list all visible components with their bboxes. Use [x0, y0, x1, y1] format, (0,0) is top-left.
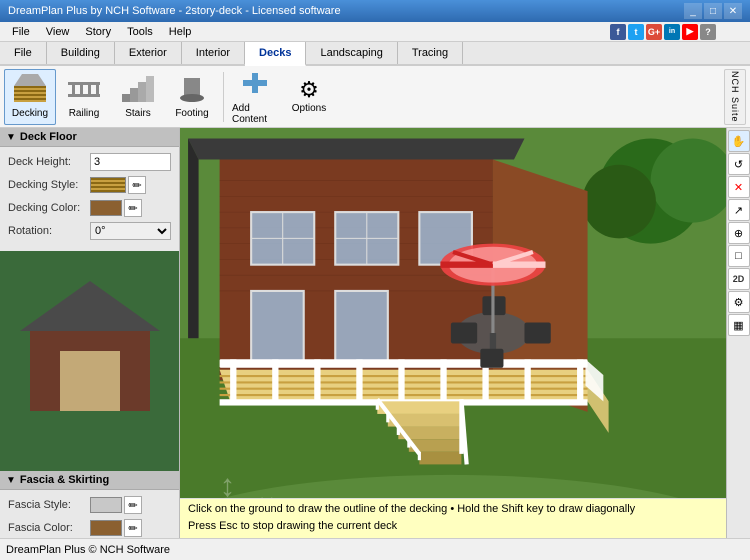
fascia-style-row: Fascia Style: ✏	[8, 496, 171, 514]
decking-style-edit[interactable]: ✏	[128, 176, 146, 194]
stairs-label: Stairs	[125, 108, 151, 119]
fascia-color-label: Fascia Color:	[8, 522, 90, 534]
menu-tools[interactable]: Tools	[119, 24, 161, 40]
right-btn-layers[interactable]: ▦	[728, 314, 750, 336]
tab-landscaping[interactable]: Landscaping	[306, 42, 397, 64]
footing-icon	[176, 74, 208, 106]
decking-color-swatch[interactable]	[90, 200, 122, 216]
fascia-color-edit[interactable]: ✏	[124, 519, 142, 537]
decking-label: Decking	[12, 108, 48, 119]
fascia-title: Fascia & Skirting	[20, 474, 109, 486]
menu-view[interactable]: View	[38, 24, 78, 40]
minimize-button[interactable]: _	[684, 3, 702, 19]
tab-interior[interactable]: Interior	[182, 42, 245, 64]
social-linkedin[interactable]: in	[664, 24, 680, 40]
options-label: Options	[292, 103, 326, 114]
railing-icon	[68, 74, 100, 106]
toolbar-add-content[interactable]: Add Content	[229, 69, 281, 125]
deck-height-input[interactable]: 3	[90, 153, 171, 171]
add-content-label: Add Content	[232, 103, 278, 125]
deck-floor-collapse[interactable]: ▼	[6, 132, 16, 143]
right-btn-hand[interactable]: ✋	[728, 130, 750, 152]
tab-tracing[interactable]: Tracing	[398, 42, 463, 64]
footing-label: Footing	[175, 108, 208, 119]
decking-style-swatch[interactable]	[90, 177, 126, 193]
rotation-row: Rotation: 0° 45° 90°	[8, 222, 171, 240]
toolbar-options[interactable]: ⚙ Options	[283, 69, 335, 125]
window-title: DreamPlan Plus by NCH Software - 2story-…	[8, 5, 341, 17]
rotation-label: Rotation:	[8, 225, 90, 237]
menu-story[interactable]: Story	[77, 24, 119, 40]
menu-file[interactable]: File	[4, 24, 38, 40]
window-controls[interactable]: _ □ ✕	[684, 3, 742, 19]
right-btn-zoom-in[interactable]: ↗	[728, 199, 750, 221]
decking-style-label: Decking Style:	[8, 179, 90, 191]
main-layout: ▼ Deck Floor Deck Height: 3 Decking Styl…	[0, 128, 750, 538]
fascia-color-swatch[interactable]	[90, 520, 122, 536]
railing-label: Railing	[69, 108, 100, 119]
tab-file[interactable]: File	[0, 42, 47, 64]
toolbar-railing[interactable]: Railing	[58, 69, 110, 125]
right-btn-undo[interactable]: ↺	[728, 153, 750, 175]
fascia-style-edit[interactable]: ✏	[124, 496, 142, 514]
options-icon: ⚙	[299, 79, 319, 101]
canvas-area[interactable]: ↕ ↔ X: 108'-4 13/18" Y: 113'-7 15/16" Cl…	[180, 128, 726, 538]
footer-logo: DreamPlan Plus © NCH Software	[6, 544, 170, 556]
tab-decks[interactable]: Decks	[245, 42, 306, 66]
deck-height-label: Deck Height:	[8, 156, 90, 168]
social-google[interactable]: G+	[646, 24, 662, 40]
menu-help[interactable]: Help	[161, 24, 200, 40]
add-content-icon	[239, 69, 271, 101]
toolbar: Decking Railing Stairs	[0, 66, 750, 128]
social-youtube[interactable]: ▶	[682, 24, 698, 40]
fascia-collapse[interactable]: ▼	[6, 475, 16, 486]
tab-building[interactable]: Building	[47, 42, 115, 64]
social-twitter[interactable]: t	[628, 24, 644, 40]
fascia-color-row: Fascia Color: ✏	[8, 519, 171, 537]
social-facebook[interactable]: f	[610, 24, 626, 40]
left-panel: ▼ Deck Floor Deck Height: 3 Decking Styl…	[0, 128, 180, 538]
fascia-style-label: Fascia Style:	[8, 499, 90, 511]
fascia-header: ▼ Fascia & Skirting	[0, 471, 179, 490]
toolbar-decking[interactable]: Decking	[4, 69, 56, 125]
fascia-content: Fascia Style: ✏ Fascia Color: ✏ Add deck…	[0, 490, 179, 538]
deck-height-row: Deck Height: 3	[8, 153, 171, 171]
status-bar: DreamPlan Plus © NCH Software	[0, 538, 750, 560]
title-bar: DreamPlan Plus by NCH Software - 2story-…	[0, 0, 750, 22]
right-btn-view[interactable]: □	[728, 245, 750, 267]
right-btn-fit[interactable]: ⊕	[728, 222, 750, 244]
decking-color-label: Decking Color:	[8, 202, 90, 214]
instruction-line2: Press Esc to stop drawing the current de…	[188, 518, 718, 536]
decking-icon	[14, 74, 46, 106]
toolbar-footing[interactable]: Footing	[166, 69, 218, 125]
decking-color-row: Decking Color: ✏	[8, 199, 171, 217]
toolbar-stairs[interactable]: Stairs	[112, 69, 164, 125]
nch-suite-button[interactable]: NCH Suite	[724, 69, 746, 125]
instruction-line1: Click on the ground to draw the outline …	[188, 501, 718, 519]
scene-3d: ↕ ↔ X: 108'-4 13/18" Y: 113'-7 15/16"	[180, 128, 726, 538]
right-btn-2d[interactable]: 2D	[728, 268, 750, 290]
maximize-button[interactable]: □	[704, 3, 722, 19]
left-preview	[0, 251, 179, 471]
tab-bar: File Building Exterior Interior Decks La…	[0, 42, 750, 66]
stairs-icon	[122, 74, 154, 106]
right-toolbar: ✋ ↺ ✕ ↗ ⊕ □ 2D ⚙ ▦	[726, 128, 750, 538]
tab-exterior[interactable]: Exterior	[115, 42, 182, 64]
social-help[interactable]: ?	[700, 24, 716, 40]
decking-style-row: Decking Style: ✏	[8, 176, 171, 194]
right-btn-settings[interactable]: ⚙	[728, 291, 750, 313]
close-button[interactable]: ✕	[724, 3, 742, 19]
fascia-style-swatch[interactable]	[90, 497, 122, 513]
right-btn-delete[interactable]: ✕	[728, 176, 750, 198]
deck-floor-content: Deck Height: 3 Decking Style: ✏ Decking …	[0, 147, 179, 251]
decking-color-edit[interactable]: ✏	[124, 199, 142, 217]
menu-bar: File View Story Tools Help f t G+ in ▶ ?	[0, 22, 750, 42]
rotation-select[interactable]: 0° 45° 90°	[90, 222, 171, 240]
deck-floor-header: ▼ Deck Floor	[0, 128, 179, 147]
instruction-bar: Click on the ground to draw the outline …	[180, 498, 726, 538]
deck-floor-title: Deck Floor	[20, 131, 77, 143]
toolbar-sep1	[223, 72, 224, 122]
